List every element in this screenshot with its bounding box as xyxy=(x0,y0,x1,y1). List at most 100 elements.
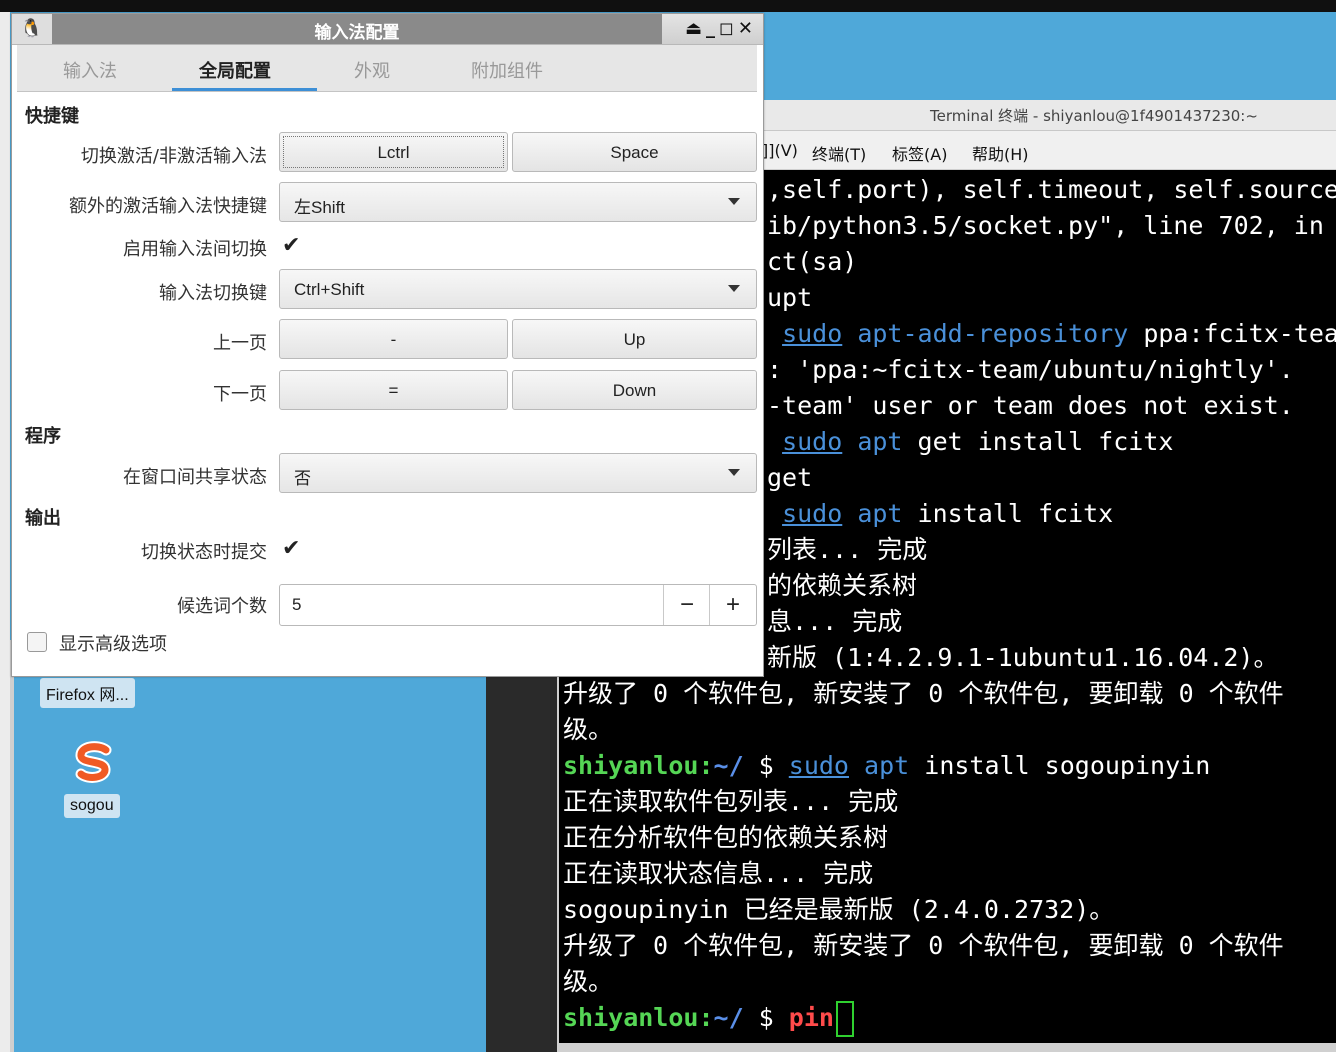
sudo-keyword: sudo xyxy=(788,751,849,780)
terminal-line: 升级了 0 个软件包, 新安装了 0 个软件包, 要卸载 0 个软件 xyxy=(563,931,1284,960)
minimize-icon[interactable]: _ xyxy=(706,18,719,39)
prompt-path: ~/ xyxy=(713,751,744,780)
switch-key-value: Ctrl+Shift xyxy=(294,280,365,299)
share-state-value: 否 xyxy=(294,469,311,488)
menu-terminal[interactable]: 终端(T) xyxy=(812,141,866,165)
terminal-line: 正在读取软件包列表... 完成 xyxy=(563,787,899,816)
tab-addons[interactable]: 附加组件 xyxy=(471,57,543,83)
terminal-line: : 'ppa:~fcitx-team/ubuntu/nightly'. xyxy=(767,355,1294,384)
terminal-prompt-line[interactable]: shiyanlou:~/ $ pin xyxy=(563,1000,854,1037)
window-controls[interactable]: ⏏_◻✕ xyxy=(685,18,757,39)
share-state-label: 在窗口间共享状态 xyxy=(123,467,267,488)
terminal-line: 级。 xyxy=(563,715,614,744)
firefox-desktop-label[interactable]: Firefox 网... xyxy=(40,678,135,708)
next-key2-button[interactable]: Down xyxy=(512,370,757,410)
command-args: get install fcitx xyxy=(902,427,1174,456)
titlebar-center: 输入法配置 xyxy=(52,14,662,44)
terminal-line: 级。 xyxy=(563,967,614,996)
terminal-line: 列表... 完成 xyxy=(767,535,928,564)
left-edge-shadow xyxy=(10,640,14,1052)
enable-switch-label: 启用输入法间切换 xyxy=(123,239,267,260)
next-page-label: 下一页 xyxy=(213,384,267,405)
active-tab-indicator xyxy=(172,88,317,91)
terminal-line: xsudo apt get install fcitx xyxy=(767,424,1173,460)
candidate-count-label: 候选词个数 xyxy=(177,596,267,617)
terminal-line: xsudo apt-add-repository ppa:fcitx-team/ xyxy=(767,316,1336,352)
chevron-down-icon xyxy=(728,285,740,292)
commit-on-switch-label: 切换状态时提交 xyxy=(141,542,267,563)
menu-help[interactable]: 帮助(H) xyxy=(972,141,1029,165)
tab-global-config[interactable]: 全局配置 xyxy=(199,57,271,83)
sudo-keyword: sudo xyxy=(782,319,843,348)
prompt-dollar: $ xyxy=(743,751,789,780)
terminal-line: upt xyxy=(767,283,813,312)
increment-button[interactable]: + xyxy=(709,585,756,625)
sogou-icon[interactable] xyxy=(72,740,116,784)
switch-key-select[interactable]: Ctrl+Shift xyxy=(279,269,757,309)
apt-command: apt-add-repository xyxy=(842,319,1129,348)
terminal-line: 正在读取状态信息... 完成 xyxy=(563,859,874,888)
candidate-count-spinner[interactable]: 5 − + xyxy=(279,584,757,626)
terminal-prompt-line: shiyanlou:~/ $ sudo apt install sogoupin… xyxy=(563,748,1210,784)
candidate-count-input[interactable]: 5 xyxy=(292,595,301,615)
tab-appearance[interactable]: 外观 xyxy=(354,57,390,83)
terminal-line: -team' user or team does not exist. xyxy=(767,391,1294,420)
section-program: 程序 xyxy=(25,426,61,447)
chevron-down-icon xyxy=(728,198,740,205)
shade-icon[interactable]: ⏏ xyxy=(685,18,706,39)
terminal-cursor xyxy=(835,1001,854,1037)
terminal-line: 升级了 0 个软件包, 新安装了 0 个软件包, 要卸载 0 个软件 xyxy=(563,679,1284,708)
tab-bar: 输入法 全局配置 外观 附加组件 xyxy=(17,45,757,92)
terminal-line: ,self.port), self.timeout, self.source_a xyxy=(767,175,1336,204)
prev-key1-button[interactable]: - xyxy=(279,319,508,359)
terminal-line: 的依赖关系树 xyxy=(767,571,918,600)
terminal-bottom-border xyxy=(557,1043,1336,1052)
extra-toggle-value: 左Shift xyxy=(294,198,346,217)
sudo-keyword: sudo xyxy=(782,499,843,528)
terminal-line: sogoupinyin 已经是最新版 (2.4.0.2732)。 xyxy=(563,895,1115,924)
window-title: 输入法配置 xyxy=(314,23,400,43)
share-state-select[interactable]: 否 xyxy=(279,453,757,493)
command-args: install sogoupinyin xyxy=(909,751,1211,780)
apt-command: apt xyxy=(842,499,903,528)
menu-tabs[interactable]: 标签(A) xyxy=(892,141,947,165)
terminal-line: xsudo apt install fcitx xyxy=(767,496,1113,532)
toggle-key1-button[interactable]: Lctrl xyxy=(279,132,508,172)
menu-view[interactable]: ]](V) xyxy=(762,141,798,160)
prev-page-label: 上一页 xyxy=(213,333,267,354)
maximize-icon[interactable]: ◻ xyxy=(719,18,738,39)
typed-command: pin xyxy=(788,1003,834,1032)
extra-toggle-label: 额外的激活输入法快捷键 xyxy=(69,196,267,217)
extra-toggle-select[interactable]: 左Shift xyxy=(279,182,757,222)
terminal-line: 新版 (1:4.2.9.1-1ubuntu1.16.04.2)。 xyxy=(767,643,1279,672)
tab-input-methods[interactable]: 输入法 xyxy=(63,57,117,83)
prompt-dollar: $ xyxy=(743,1003,789,1032)
terminal-menubar: ]](V) 终端(T) 标签(A) 帮助(H) xyxy=(760,131,1336,170)
next-key1-button[interactable]: = xyxy=(279,370,508,410)
enable-switch-checkbox[interactable]: ✔ xyxy=(282,235,304,257)
close-icon[interactable]: ✕ xyxy=(738,18,757,39)
show-advanced-label[interactable]: 显示高级选项 xyxy=(59,630,167,656)
global-config-panel: 快捷键 切换激活/非激活输入法 Lctrl Space 额外的激活输入法快捷键 … xyxy=(17,92,757,672)
sudo-keyword: sudo xyxy=(782,427,843,456)
sogou-desktop-label[interactable]: sogou xyxy=(64,794,120,818)
show-advanced-checkbox[interactable] xyxy=(27,632,47,652)
apt-command: apt xyxy=(849,751,910,780)
prompt-user: shiyanlou: xyxy=(563,1003,714,1032)
switch-key-label: 输入法切换键 xyxy=(159,283,267,304)
terminal-line: ib/python3.5/socket.py", line 702, in cr xyxy=(767,211,1336,240)
window-titlebar[interactable]: 🐧 输入法配置 ⏏_◻✕ xyxy=(12,14,763,45)
decrement-button[interactable]: − xyxy=(663,585,710,625)
prev-key2-button[interactable]: Up xyxy=(512,319,757,359)
prompt-path: ~/ xyxy=(713,1003,744,1032)
chevron-down-icon xyxy=(728,469,740,476)
top-panel xyxy=(0,0,1336,12)
command-args: install fcitx xyxy=(902,499,1114,528)
commit-on-switch-checkbox[interactable]: ✔ xyxy=(282,538,304,560)
toggle-key2-button[interactable]: Space xyxy=(512,132,757,172)
section-hotkeys: 快捷键 xyxy=(25,106,79,127)
left-edge xyxy=(0,12,10,1052)
terminal-line: 息... 完成 xyxy=(767,607,903,636)
terminal-line: ct(sa) xyxy=(767,247,858,276)
penguin-icon[interactable]: 🐧 xyxy=(20,18,42,39)
